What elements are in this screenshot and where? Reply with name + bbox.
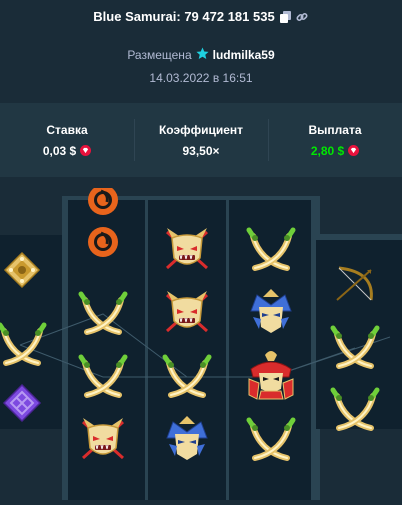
- reel-5-bg: [316, 240, 402, 429]
- bet-title-row: Blue Samurai: 79 472 181 535: [0, 9, 402, 24]
- posted-label: Размещена: [127, 48, 192, 62]
- stat-bet-value-row: 0,03 $: [42, 143, 92, 158]
- stat-bet: Ставка 0,03 $: [0, 103, 134, 177]
- copy-icon[interactable]: [279, 10, 292, 23]
- ruby-icon: [80, 145, 92, 156]
- bet-header: Blue Samurai: 79 472 181 535 Размещена l…: [0, 0, 402, 100]
- stat-multiplier-label: Коэффициент: [158, 122, 244, 137]
- bet-date: 14.03.2022 в 16:51: [149, 71, 253, 85]
- stat-multiplier-value: 93,50×: [182, 143, 220, 158]
- stat-bet-value: 0,03 $: [42, 143, 77, 158]
- verified-star-icon: [196, 47, 209, 63]
- link-icon[interactable]: [296, 10, 309, 23]
- ruby-icon: [348, 145, 360, 156]
- username-link[interactable]: ludmilka59: [213, 48, 275, 62]
- stat-multiplier: Коэффициент 93,50×: [134, 103, 268, 177]
- bet-stats-panel: Ставка 0,03 $ Коэффициент 93,50× Выплата…: [0, 103, 402, 177]
- stat-payout-label: Выплата: [308, 122, 362, 137]
- bet-title: Blue Samurai: 79 472 181 535: [93, 9, 275, 24]
- posted-by-row: Размещена ludmilka59: [0, 47, 402, 63]
- slot-board-svg: [0, 183, 402, 500]
- stat-payout: Выплата 2,80 $: [268, 103, 402, 177]
- symbol-orange-mon: [86, 225, 120, 259]
- stat-payout-value: 2,80 $: [310, 143, 345, 158]
- stat-payout-value-row: 2,80 $: [310, 143, 360, 158]
- slot-board: [0, 183, 402, 500]
- stat-bet-label: Ставка: [46, 122, 88, 137]
